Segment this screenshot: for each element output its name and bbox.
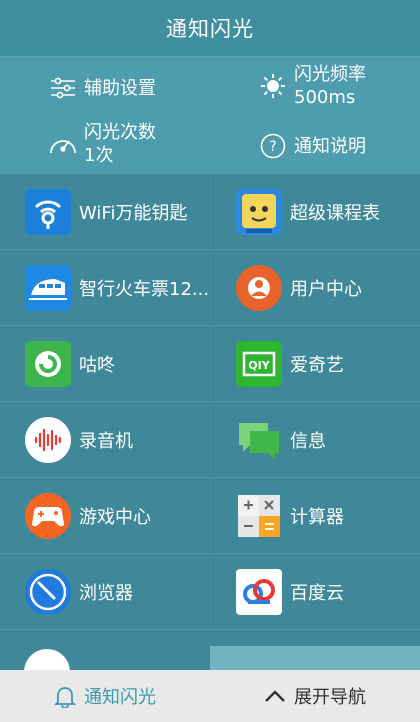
bell-icon bbox=[54, 684, 76, 708]
question-icon: ? bbox=[258, 131, 288, 161]
notification-help-label: 通知说明 bbox=[294, 135, 366, 157]
codoon-icon bbox=[25, 340, 71, 387]
app-label: 爱奇艺 bbox=[290, 354, 344, 376]
tab-expand-navigation-label: 展开导航 bbox=[294, 687, 366, 708]
train-ticket-icon bbox=[25, 264, 71, 311]
bottom-navigation: 通知闪光 展开导航 bbox=[0, 670, 420, 722]
course-schedule-icon bbox=[236, 188, 282, 235]
flash-count-text: 闪光次数 1次 bbox=[84, 121, 156, 167]
app-label: 智行火车票12... bbox=[79, 278, 210, 300]
settings-panel: 辅助设置 闪光频率 500ms 闪光次数 1次 ? 通知说明 bbox=[0, 57, 420, 174]
app-item-calculator[interactable]: 计算器 bbox=[210, 478, 420, 554]
sliders-icon bbox=[48, 73, 78, 103]
app-item-user-center[interactable]: 用户中心 bbox=[210, 250, 420, 326]
user-center-icon bbox=[236, 264, 282, 311]
app-label: 信息 bbox=[290, 430, 326, 452]
sun-icon bbox=[258, 71, 288, 101]
app-item-iqiyi[interactable]: QIY 爱奇艺 bbox=[210, 326, 420, 402]
flash-frequency-label: 闪光频率 bbox=[294, 64, 366, 85]
app-label: 游戏中心 bbox=[79, 506, 151, 528]
flash-frequency-value: 500ms bbox=[294, 87, 356, 108]
game-center-icon bbox=[25, 492, 71, 539]
app-label: 录音机 bbox=[79, 430, 133, 452]
wifi-key-icon bbox=[25, 188, 71, 235]
app-label: 超级课程表 bbox=[290, 202, 380, 224]
recorder-icon bbox=[25, 416, 71, 463]
app-label: 百度云 bbox=[290, 582, 344, 604]
partial-app-item bbox=[0, 646, 210, 670]
speedometer-icon bbox=[48, 129, 78, 159]
app-item-wifi-key[interactable]: WiFi万能钥匙 bbox=[0, 174, 210, 250]
svg-text:?: ? bbox=[269, 139, 276, 155]
app-item-codoon[interactable]: 咕咚 bbox=[0, 326, 210, 402]
svg-text:QIY: QIY bbox=[248, 359, 270, 372]
app-item-train-ticket[interactable]: 智行火车票12... bbox=[0, 250, 210, 326]
app-label: 咕咚 bbox=[79, 354, 115, 376]
app-item-messages[interactable]: 信息 bbox=[210, 402, 420, 478]
page-title-text: 通知闪光 bbox=[166, 17, 254, 41]
notification-help-button[interactable]: ? 通知说明 bbox=[258, 131, 366, 161]
tab-notification-flash[interactable]: 通知闪光 bbox=[0, 670, 210, 722]
flash-count-label: 闪光次数 bbox=[84, 122, 156, 143]
flash-count-value: 1次 bbox=[84, 145, 114, 166]
flash-frequency-text: 闪光频率 500ms bbox=[294, 63, 366, 109]
assist-settings-label: 辅助设置 bbox=[84, 77, 156, 99]
calculator-icon bbox=[236, 493, 282, 539]
page-title: 通知闪光 bbox=[0, 0, 420, 57]
tab-notification-flash-label: 通知闪光 bbox=[84, 687, 156, 708]
app-item-browser[interactable]: 浏览器 bbox=[0, 554, 210, 630]
assist-settings-button[interactable]: 辅助设置 bbox=[48, 73, 156, 103]
app-label: WiFi万能钥匙 bbox=[79, 202, 188, 224]
iqiyi-icon: QIY bbox=[236, 340, 282, 387]
flash-count-button[interactable]: 闪光次数 1次 bbox=[48, 121, 156, 167]
baidu-cloud-icon bbox=[236, 568, 282, 615]
app-label: 用户中心 bbox=[290, 278, 362, 300]
app-item-recorder[interactable]: 录音机 bbox=[0, 402, 210, 478]
flash-frequency-button[interactable]: 闪光频率 500ms bbox=[258, 63, 366, 109]
chevron-up-icon bbox=[264, 689, 286, 703]
browser-icon bbox=[25, 568, 71, 615]
messages-icon bbox=[236, 417, 282, 463]
app-item-game-center[interactable]: 游戏中心 bbox=[0, 478, 210, 554]
app-list: WiFi万能钥匙 超级课程表 智行火车票12... 用户中心 咕咚 QIY 爱奇… bbox=[0, 174, 420, 670]
tab-expand-navigation[interactable]: 展开导航 bbox=[210, 670, 420, 722]
app-label: 计算器 bbox=[290, 506, 344, 528]
scroll-highlight bbox=[210, 646, 420, 670]
app-item-baidu-cloud[interactable]: 百度云 bbox=[210, 554, 420, 630]
app-label: 浏览器 bbox=[79, 582, 133, 604]
app-item-course-schedule[interactable]: 超级课程表 bbox=[210, 174, 420, 250]
